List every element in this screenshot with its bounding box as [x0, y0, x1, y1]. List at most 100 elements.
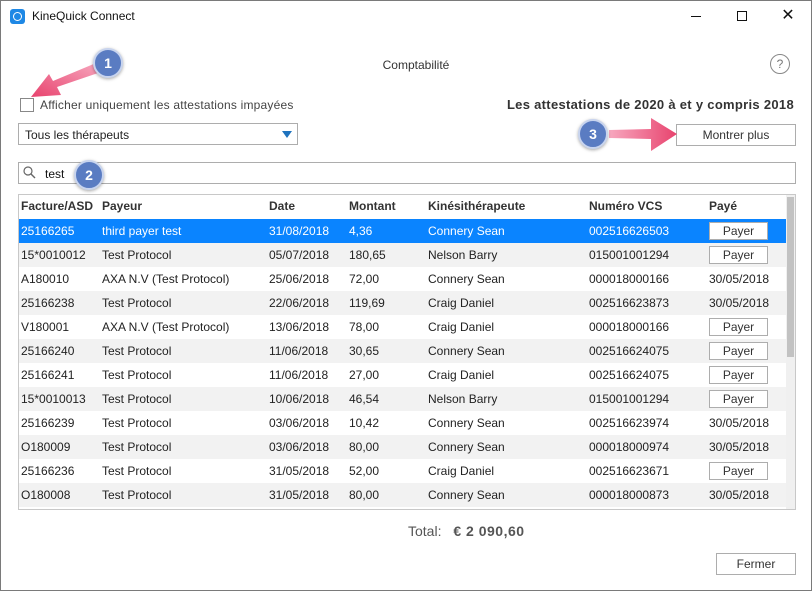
column-header[interactable]: Kinésithérapeute	[428, 199, 525, 213]
maximize-button[interactable]	[719, 1, 765, 31]
app-window: KineQuick Connect ✕ Comptabilité ? Affic…	[0, 0, 812, 591]
amount-cell: 119,69	[349, 296, 385, 310]
therapist-cell: Craig Daniel	[428, 320, 495, 334]
table-row[interactable]: O180009 Test Protocol 03/06/2018 80,00 Conne…	[19, 435, 787, 459]
therapist-cell: Craig Daniel	[428, 464, 495, 478]
pay-button[interactable]: Payer	[709, 318, 768, 336]
pay-button[interactable]: Payer	[709, 222, 768, 240]
column-header[interactable]: Date	[269, 199, 295, 213]
invoice-cell: 15*0010013	[21, 392, 86, 406]
table-row[interactable]: 15*0010012 Test Protocol 05/07/2018 180,65 N…	[19, 243, 787, 267]
therapist-cell: Connery Sean	[428, 344, 505, 358]
invoices-table: Facture/ASD Payeur Date Montant Kinésith…	[18, 194, 796, 510]
amount-cell: 180,65	[349, 248, 386, 262]
pay-button[interactable]: Payer	[709, 390, 768, 408]
therapist-cell: Connery Sean	[428, 272, 505, 286]
vcs-cell: 000018000974	[589, 440, 670, 454]
invoice-cell: 25166241	[21, 368, 75, 382]
table-row[interactable]: 25166238 Test Protocol 22/06/2018 119,69 Cra…	[19, 291, 787, 315]
payer-cell: Test Protocol	[102, 416, 172, 430]
therapist-cell: Nelson Barry	[428, 248, 498, 262]
vcs-cell: 000018000873	[589, 488, 670, 502]
total-value: € 2 090,60	[453, 523, 525, 539]
vcs-cell: 002516623671	[589, 464, 670, 478]
paid-date-cell: 30/05/2018	[709, 272, 770, 286]
table-scrollbar[interactable]	[786, 195, 795, 509]
payer-cell: Test Protocol	[102, 296, 172, 310]
vcs-cell: 000018000166	[589, 320, 670, 334]
paid-date-cell: 30/05/2018	[709, 416, 770, 430]
table-row[interactable]: 25166265 third payer test 31/08/2018 4,36 Co…	[19, 219, 787, 243]
date-cell: 31/05/2018	[269, 464, 330, 478]
vcs-cell: 015001001294	[589, 392, 670, 406]
table-row[interactable]: 25166240 Test Protocol 11/06/2018 30,65 Conn…	[19, 339, 787, 363]
close-icon: ✕	[781, 7, 795, 24]
date-cell: 13/06/2018	[269, 320, 330, 334]
therapist-cell: Nelson Barry	[428, 392, 498, 406]
unpaid-only-checkbox[interactable]	[20, 98, 34, 112]
invoice-cell: 25166265	[21, 224, 75, 238]
table-row[interactable]: 25166239 Test Protocol 03/06/2018 10,42 Conn…	[19, 411, 787, 435]
column-header[interactable]: Facture/ASD	[21, 199, 93, 213]
unpaid-only-label[interactable]: Afficher uniquement les attestations imp…	[40, 98, 294, 112]
invoice-cell: A180010	[21, 272, 70, 286]
column-header[interactable]: Numéro VCS	[589, 199, 662, 213]
table-header: Facture/ASD Payeur Date Montant Kinésith…	[19, 195, 787, 219]
payer-cell: Test Protocol	[102, 392, 172, 406]
close-button[interactable]: Fermer	[716, 553, 796, 575]
invoice-cell: O180008	[21, 488, 71, 502]
invoice-cell: 25166239	[21, 416, 75, 430]
close-window-button[interactable]: ✕	[765, 1, 811, 31]
date-cell: 05/07/2018	[269, 248, 330, 262]
paid-date-cell: 30/05/2018	[709, 296, 770, 310]
payer-cell: Test Protocol	[102, 440, 172, 454]
amount-cell: 78,00	[349, 320, 380, 334]
table-row[interactable]: A180010 AXA N.V (Test Protocol) 25/06/2018…	[19, 267, 787, 291]
table-row[interactable]: O180008 Test Protocol 31/05/2018 80,00 Conne…	[19, 483, 787, 507]
paid-date-cell: 30/05/2018	[709, 488, 770, 502]
payer-cell: Test Protocol	[102, 488, 172, 502]
date-cell: 11/06/2018	[269, 368, 329, 382]
payer-cell: Test Protocol	[102, 464, 172, 478]
search-icon	[23, 166, 36, 179]
table-row[interactable]: 15*0010013 Test Protocol 10/06/2018 46,54 Ne…	[19, 387, 787, 411]
table-row[interactable]: 25166241 Test Protocol 11/06/2018 27,00 Crai…	[19, 363, 787, 387]
amount-cell: 30,65	[349, 344, 380, 358]
chevron-down-icon	[282, 131, 292, 138]
vcs-cell: 002516623974	[589, 416, 670, 430]
pay-button[interactable]: Payer	[709, 246, 768, 264]
date-cell: 22/06/2018	[269, 296, 330, 310]
payer-cell: Test Protocol	[102, 368, 172, 382]
therapist-select[interactable]: Tous les thérapeuts	[18, 123, 298, 145]
payer-cell: AXA N.V (Test Protocol)	[102, 320, 230, 334]
minimize-icon	[691, 15, 701, 17]
therapist-cell: Craig Daniel	[428, 296, 495, 310]
amount-cell: 72,00	[349, 272, 380, 286]
title-bar[interactable]: KineQuick Connect ✕	[1, 1, 811, 31]
pay-button[interactable]: Payer	[709, 462, 768, 480]
date-cell: 31/05/2018	[269, 488, 330, 502]
search-input[interactable]: test	[18, 162, 796, 184]
table-row[interactable]: V180001 AXA N.V (Test Protocol) 13/06/2018…	[19, 315, 787, 339]
scrollbar-thumb[interactable]	[787, 197, 794, 357]
pay-button[interactable]: Payer	[709, 366, 768, 384]
column-header[interactable]: Montant	[349, 199, 396, 213]
therapist-cell: Craig Daniel	[428, 368, 495, 382]
pay-button[interactable]: Payer	[709, 342, 768, 360]
column-header[interactable]: Payé	[709, 199, 737, 213]
show-more-button[interactable]: Montrer plus	[676, 124, 796, 146]
column-header[interactable]: Payeur	[102, 199, 142, 213]
payer-cell: third payer test	[102, 224, 182, 238]
callout-badge: 1	[93, 48, 123, 78]
table-row[interactable]: 25166236 Test Protocol 31/05/2018 52,00 Crai…	[19, 459, 787, 483]
therapist-cell: Connery Sean	[428, 224, 505, 238]
help-icon[interactable]: ?	[770, 54, 790, 74]
amount-cell: 4,36	[349, 224, 373, 238]
invoice-cell: 25166238	[21, 296, 75, 310]
minimize-button[interactable]	[673, 1, 719, 31]
payer-cell: Test Protocol	[102, 344, 172, 358]
invoice-cell: 25166236	[21, 464, 75, 478]
vcs-cell: 002516626503	[589, 224, 670, 238]
amount-cell: 80,00	[349, 488, 380, 502]
payer-cell: Test Protocol	[102, 248, 172, 262]
